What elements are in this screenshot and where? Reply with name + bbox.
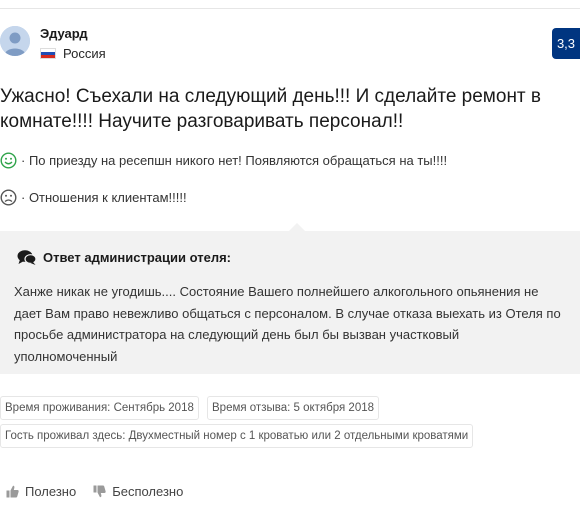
helpful-button[interactable]: Полезно [6,484,76,499]
chat-bubbles-icon [17,250,37,265]
reviewer-country: Россия [40,46,106,61]
negative-text: · Отношения к клиентам!!!!! [21,190,187,205]
russia-flag-icon [40,48,56,59]
country-label: Россия [63,46,106,61]
reviewer-name: Эдуард [40,26,88,41]
review-title: Ужасно! Съехали на следующий день!!! И с… [0,86,542,132]
helpful-label: Полезно [25,484,77,499]
review-positive: · По приезду на ресепшн никого нет! Появ… [0,152,447,169]
thumbs-down-icon [93,485,106,498]
hotel-response: Ответ администрации отеля: Ханже никак н… [0,231,580,374]
review-top-border [0,8,580,9]
thumbs-up-icon [6,485,19,498]
review-negative: · Отношения к клиентам!!!!! [0,189,187,206]
not-helpful-label: Бесполезно [112,484,184,499]
positive-text: · По приезду на ресепшн никого нет! Появ… [21,153,448,168]
review-date-tag: Время отзыва: 5 октября 2018 [207,396,380,420]
room-type-tag: Гость проживал здесь: Двухместный номер … [0,424,474,448]
user-avatar-icon [0,26,30,56]
not-helpful-button[interactable]: Бесполезно [93,484,183,499]
response-text: Ханже никак не угодишь.... Состояние Ваш… [14,284,561,364]
hotel-response-heading: Ответ администрации отеля: [17,249,231,266]
smile-icon [0,152,17,169]
frown-icon [0,189,17,206]
response-heading-label: Ответ администрации отеля: [43,250,232,265]
review-score-badge: 3,3 [552,28,580,59]
vote-bar: Полезно Бесполезно [6,484,200,499]
response-notch [289,223,305,231]
stay-date-tag: Время проживания: Сентябрь 2018 [0,396,199,420]
